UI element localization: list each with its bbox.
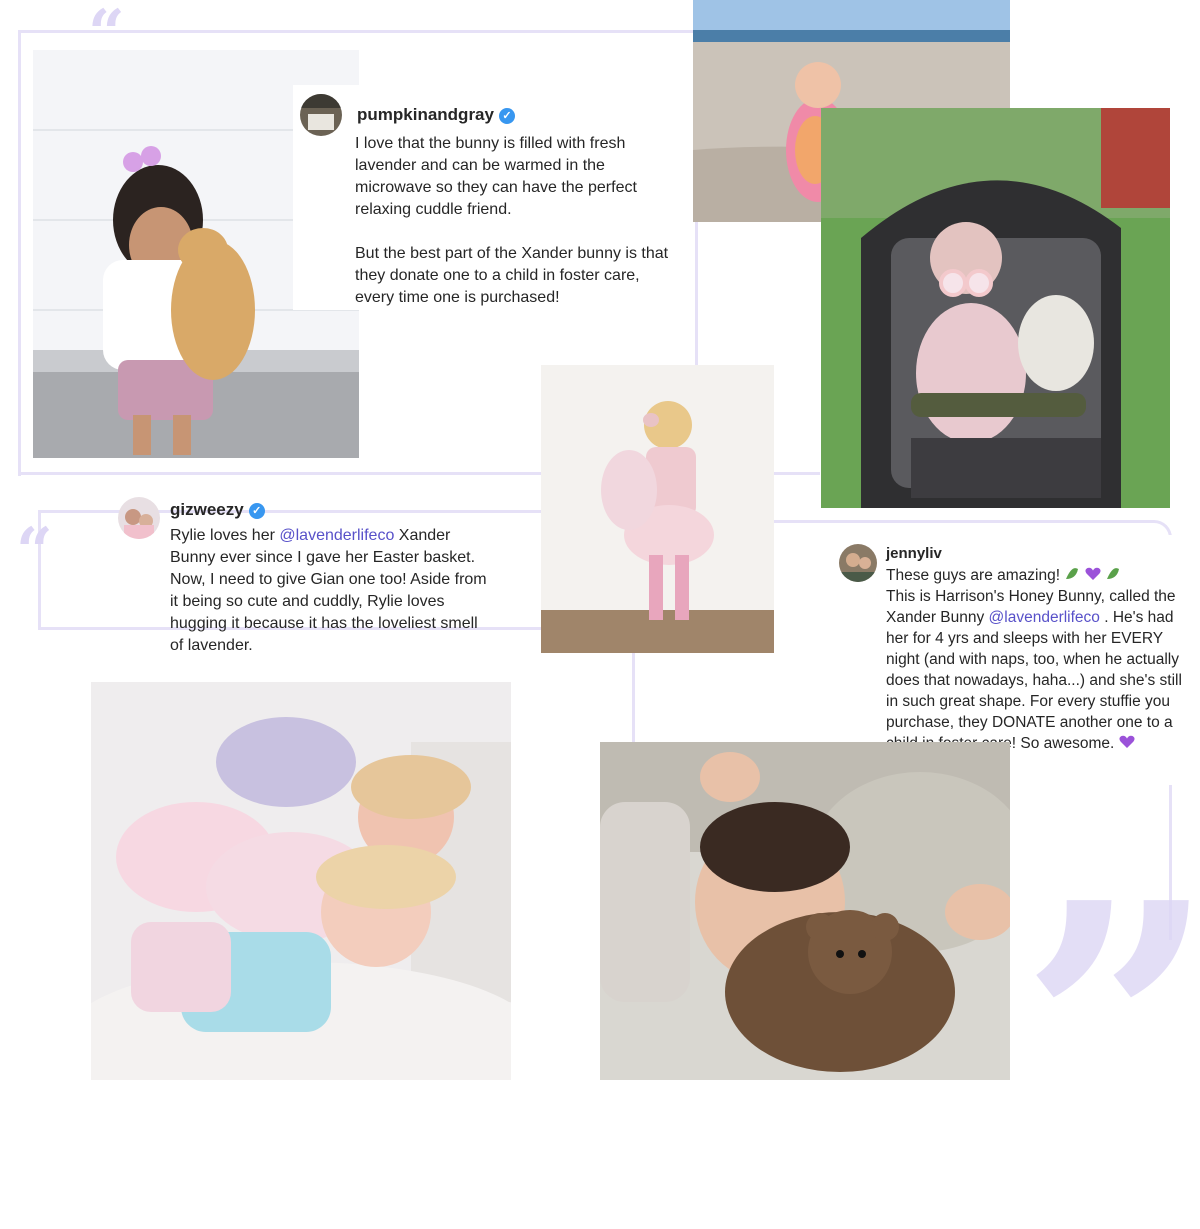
review-card-gizweezy: gizweezy ✓ Rylie loves her @lavenderlifec… (113, 488, 513, 663)
close-quote-large: ” (1020, 830, 1200, 1229)
open-quote-left: “ (16, 514, 53, 589)
purple-heart-icon (1085, 567, 1101, 580)
photo-girl-in-tutu (541, 365, 774, 653)
avatar (118, 497, 160, 539)
verified-badge-icon: ✓ (248, 503, 265, 519)
photo-girls-cuddling-bunnies (91, 682, 511, 1080)
avatar (839, 544, 877, 582)
review-paragraph-1: I love that the bunny is filled with fre… (355, 135, 637, 218)
herb-leaf-icon (1066, 568, 1079, 579)
mention-link[interactable]: @lavenderlifeco (989, 609, 1100, 626)
review-handle[interactable]: gizweezy ✓ (170, 500, 265, 520)
review-text: These guys are amazing! This is Harrison… (886, 567, 1182, 752)
review-handle[interactable]: jennyliv (886, 545, 942, 562)
purple-heart-icon (1119, 735, 1135, 748)
review-handle[interactable]: pumpkinandgray ✓ (357, 105, 515, 125)
herb-leaf-icon (1106, 568, 1119, 579)
avatar (300, 94, 342, 136)
review-text: I love that the bunny is filled with fre… (355, 133, 680, 309)
photo-baby-in-stroller (821, 108, 1170, 508)
photo-boy-sleeping-with-bunny (600, 742, 1010, 1080)
verified-badge-icon: ✓ (498, 108, 515, 124)
review-card-pumpkinandgray: pumpkinandgray ✓ I love that the bunny is… (293, 85, 693, 310)
mention-link[interactable]: @lavenderlifeco (279, 527, 394, 544)
review-text: Rylie loves her @lavenderlifeco Xander B… (170, 527, 487, 654)
review-paragraph-2: But the best part of the Xander bunny is… (355, 245, 669, 306)
